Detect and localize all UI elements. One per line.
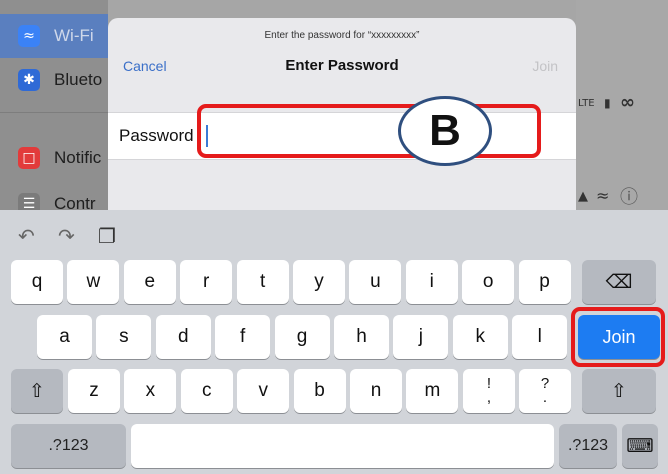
shift-key-right[interactable]: ⇧ bbox=[582, 369, 656, 413]
battery-icon: ▮ bbox=[604, 96, 611, 110]
key-n[interactable]: n bbox=[350, 369, 402, 413]
key-x[interactable]: x bbox=[124, 369, 177, 413]
key-q[interactable]: q bbox=[11, 260, 63, 304]
key-v[interactable]: v bbox=[237, 369, 290, 413]
redo-icon[interactable]: ↷ bbox=[58, 224, 75, 248]
settings-detail-panel: LTE ▮ ∞ ▲ ≈ ⓘ bbox=[576, 0, 668, 210]
lock-icon: ▲ bbox=[578, 189, 588, 204]
keyboard-icon: ⌨ bbox=[626, 435, 654, 457]
key-e[interactable]: e bbox=[123, 260, 176, 304]
shift-icon: ⇧ bbox=[29, 380, 45, 402]
dialog-title: Enter Password bbox=[285, 57, 399, 74]
sidebar-item-label: Blueto bbox=[54, 70, 103, 89]
shift-icon: ⇧ bbox=[611, 380, 627, 402]
key-i[interactable]: i bbox=[405, 260, 458, 304]
key-m[interactable]: m bbox=[406, 369, 459, 413]
key-g[interactable]: g bbox=[274, 315, 330, 359]
key-t[interactable]: t bbox=[236, 260, 289, 304]
dialog-join-button[interactable]: Join bbox=[532, 58, 558, 74]
key-b[interactable]: b bbox=[293, 369, 346, 413]
password-label: Password bbox=[119, 126, 194, 145]
key-f[interactable]: f bbox=[215, 315, 271, 359]
notifications-icon: □ bbox=[18, 147, 40, 169]
backspace-key[interactable]: ⌫ bbox=[582, 260, 656, 304]
divider bbox=[0, 112, 108, 113]
key-k[interactable]: k bbox=[452, 315, 508, 359]
dismiss-keyboard-key[interactable]: ⌨ bbox=[622, 424, 658, 468]
key-d[interactable]: d bbox=[155, 315, 211, 359]
key-j[interactable]: j bbox=[393, 315, 449, 359]
key-symbol-bottom: , bbox=[486, 389, 492, 406]
settings-sidebar: ≈ Wi-Fi ✱ Blueto □ Notific ☰ Contr bbox=[0, 0, 108, 215]
key-s[interactable]: s bbox=[96, 315, 152, 359]
key-c[interactable]: c bbox=[180, 369, 233, 413]
sidebar-item-wifi[interactable]: ≈ Wi-Fi bbox=[0, 14, 108, 58]
shift-key-left[interactable]: ⇧ bbox=[11, 369, 63, 413]
undo-icon[interactable]: ↶ bbox=[18, 224, 35, 248]
key-w[interactable]: w bbox=[67, 260, 120, 304]
wifi-signal-icon: ≈ bbox=[596, 186, 610, 205]
key-u[interactable]: u bbox=[349, 260, 402, 304]
numbers-key-left[interactable]: .?123 bbox=[11, 424, 126, 468]
numbers-key-right[interactable]: .?123 bbox=[559, 424, 617, 468]
lte-label: LTE bbox=[578, 98, 595, 109]
join-key-highlight bbox=[571, 307, 665, 367]
space-key[interactable] bbox=[131, 424, 554, 468]
key-p[interactable]: p bbox=[518, 260, 571, 304]
backspace-icon: ⌫ bbox=[605, 271, 633, 293]
key-l[interactable]: l bbox=[512, 315, 568, 359]
bluetooth-icon: ✱ bbox=[18, 69, 40, 91]
key-r[interactable]: r bbox=[180, 260, 233, 304]
sidebar-item-notifications[interactable]: □ Notific bbox=[0, 136, 108, 180]
sidebar-item-bluetooth[interactable]: ✱ Blueto bbox=[0, 58, 108, 102]
key-h[interactable]: h bbox=[334, 315, 389, 359]
info-icon[interactable]: ⓘ bbox=[620, 183, 638, 209]
key-question-period[interactable]: ?. bbox=[519, 369, 571, 413]
paste-icon[interactable]: ❐ bbox=[98, 224, 116, 248]
sidebar-item-label: Wi-Fi bbox=[54, 26, 94, 45]
key-z[interactable]: z bbox=[68, 369, 120, 413]
key-o[interactable]: o bbox=[462, 260, 515, 304]
step-badge: B bbox=[398, 96, 492, 166]
key-symbol-bottom: . bbox=[542, 389, 548, 406]
key-exclaim-comma[interactable]: !, bbox=[463, 369, 515, 413]
wifi-icon: ≈ bbox=[18, 25, 40, 47]
key-y[interactable]: y bbox=[293, 260, 345, 304]
hotspot-link-icon: ∞ bbox=[620, 92, 635, 113]
sidebar-item-label: Notific bbox=[54, 148, 102, 167]
dialog-prompt: Enter the password for “xxxxxxxxx” bbox=[264, 30, 420, 41]
key-a[interactable]: a bbox=[37, 315, 92, 359]
